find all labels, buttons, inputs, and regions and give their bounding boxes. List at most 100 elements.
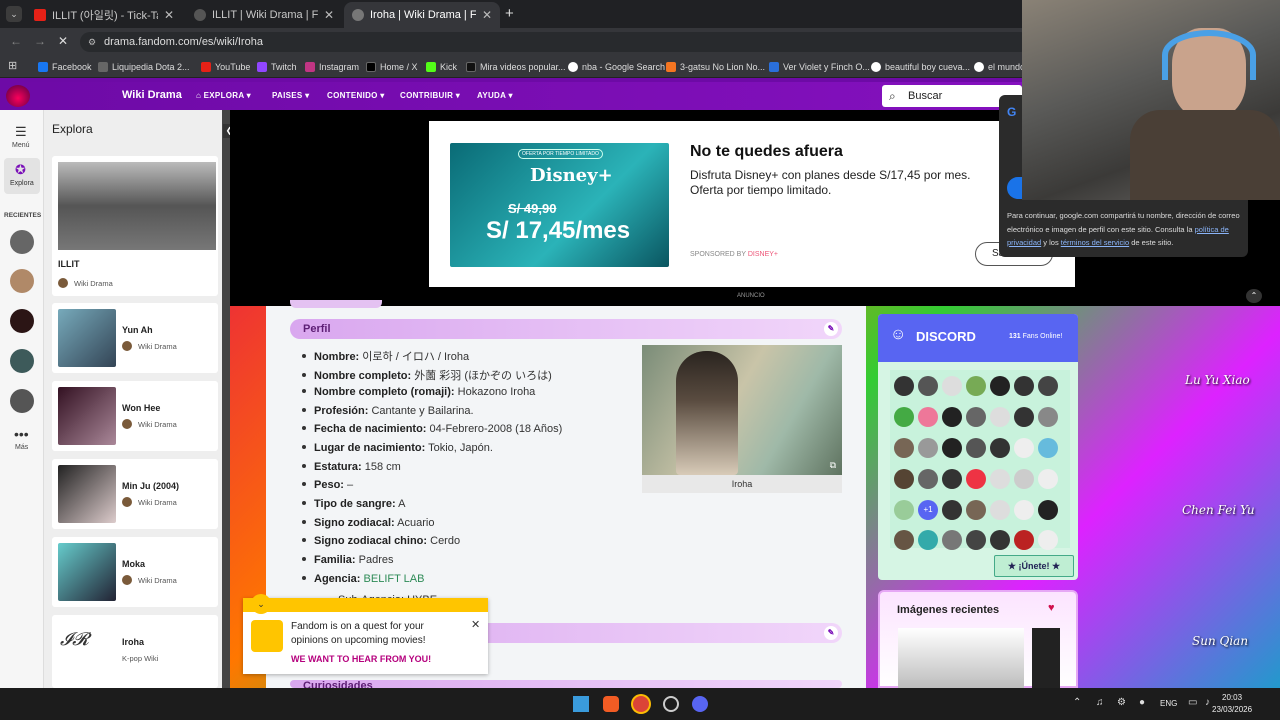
close-icon[interactable]: ✕	[324, 8, 334, 22]
edit-icon[interactable]: ✎	[824, 626, 838, 640]
terms-link[interactable]: términos del servicio	[1061, 238, 1129, 247]
edit-icon[interactable]: ✎	[824, 322, 838, 336]
network-icon[interactable]: ▭	[1188, 697, 1197, 708]
member-avatar[interactable]	[966, 438, 986, 458]
chrome-icon[interactable]	[633, 696, 649, 712]
recent-avatar[interactable]	[10, 389, 34, 413]
taskbar-app-icon[interactable]	[663, 696, 679, 712]
recent-avatar[interactable]	[10, 269, 34, 293]
tab-illit-fandom[interactable]: ILLIT | Wiki Drama | Fandom✕	[186, 2, 342, 28]
close-icon[interactable]: ✕	[482, 8, 492, 22]
member-avatar[interactable]	[1038, 407, 1058, 427]
stop-icon[interactable]: ✕	[58, 34, 68, 48]
member-avatar[interactable]	[966, 530, 986, 550]
member-avatar[interactable]	[918, 376, 938, 396]
member-avatar[interactable]	[942, 500, 962, 520]
tab-search-button[interactable]: ⌄	[6, 6, 22, 22]
back-icon[interactable]: ←	[10, 34, 22, 48]
volume-icon[interactable]: ♪	[1205, 697, 1210, 708]
member-avatar[interactable]	[894, 530, 914, 550]
member-avatar[interactable]	[1038, 530, 1058, 550]
fandom-logo[interactable]	[6, 85, 30, 107]
clock-date[interactable]: 23/03/2026	[1212, 705, 1252, 714]
member-avatar[interactable]	[966, 376, 986, 396]
menu-icon[interactable]: ☰	[15, 124, 27, 140]
bookmark-youtube[interactable]: YouTube	[201, 60, 250, 74]
member-avatar[interactable]	[990, 530, 1010, 550]
member-avatar[interactable]	[918, 438, 938, 458]
bookmark-violet-finch[interactable]: Ver Violet y Finch O...	[769, 60, 870, 74]
bookmark-x[interactable]: Home / X	[366, 60, 418, 74]
member-avatar[interactable]	[990, 500, 1010, 520]
explore-card-won-hee[interactable]: Won Hee Wiki Drama	[52, 381, 218, 451]
nav-contenido[interactable]: CONTENIDO ▾	[327, 91, 385, 100]
member-avatar[interactable]	[942, 407, 962, 427]
nav-paises[interactable]: PAISES ▾	[272, 91, 309, 100]
explore-card-moka[interactable]: Moka Wiki Drama	[52, 537, 218, 607]
panel-scrollbar[interactable]	[222, 110, 230, 688]
member-avatar[interactable]	[990, 376, 1010, 396]
member-avatar[interactable]	[966, 469, 986, 489]
explore-card-illit[interactable]: ILLIT Wiki Drama	[52, 156, 218, 296]
member-avatar[interactable]	[1038, 438, 1058, 458]
popup-cta[interactable]: WE WANT TO HEAR FROM YOU!	[291, 654, 431, 664]
bookmark-tiktok[interactable]: Mira videos popular...	[466, 60, 566, 74]
nav-ayuda[interactable]: AYUDA ▾	[477, 91, 513, 100]
member-avatar[interactable]	[894, 407, 914, 427]
tab-iroha-fandom[interactable]: Iroha | Wiki Drama | Fandom✕	[344, 2, 500, 28]
nav-explora[interactable]: ⌂ EXPLORA ▾	[196, 91, 251, 100]
recent-avatar[interactable]	[10, 230, 34, 254]
member-avatar[interactable]	[1014, 438, 1034, 458]
apps-icon[interactable]: ⊞	[8, 59, 17, 72]
bookmark-beautiful-boy[interactable]: beautiful boy cueva...	[871, 60, 970, 74]
member-avatar[interactable]	[966, 407, 986, 427]
member-avatar[interactable]	[894, 438, 914, 458]
member-avatar[interactable]	[942, 438, 962, 458]
discord-taskbar-icon[interactable]	[692, 696, 708, 712]
collapse-ad-icon[interactable]: ⌃	[1246, 289, 1262, 303]
recent-avatar[interactable]	[10, 309, 34, 333]
member-avatar[interactable]	[918, 530, 938, 550]
member-avatar[interactable]	[1038, 469, 1058, 489]
member-avatar[interactable]	[1014, 469, 1034, 489]
brave-icon[interactable]	[603, 696, 619, 712]
mic-icon[interactable]: ●	[1139, 697, 1145, 708]
close-icon[interactable]: ✕	[471, 618, 480, 631]
site-info-icon[interactable]: ⚙	[88, 32, 96, 52]
member-avatar[interactable]	[1014, 376, 1034, 396]
discord-join-button[interactable]: ★ ¡Únete! ★	[994, 555, 1074, 577]
member-avatar[interactable]	[1014, 407, 1034, 427]
bookmark-liquipedia[interactable]: Liquipedia Dota 2...	[98, 60, 190, 74]
expand-image-icon[interactable]: ⧉	[830, 460, 836, 471]
clock-time[interactable]: 20:03	[1222, 693, 1242, 702]
steam-icon[interactable]: ⚙	[1117, 697, 1126, 708]
member-more[interactable]: +1	[918, 500, 938, 520]
windows-start-icon[interactable]	[573, 696, 589, 712]
member-avatar[interactable]	[966, 500, 986, 520]
headset-icon[interactable]: ♫	[1096, 697, 1104, 708]
member-avatar[interactable]	[918, 407, 938, 427]
close-icon[interactable]: ✕	[164, 8, 174, 22]
language-label[interactable]: ENG	[1160, 699, 1177, 708]
bookmark-twitch[interactable]: Twitch	[257, 60, 297, 74]
member-avatar[interactable]	[942, 530, 962, 550]
bookmark-instagram[interactable]: Instagram	[305, 60, 359, 74]
member-avatar[interactable]	[942, 376, 962, 396]
bookmark-facebook[interactable]: Facebook	[38, 60, 92, 74]
explore-card-yun-ah[interactable]: Yun Ah Wiki Drama	[52, 303, 218, 373]
recent-avatar[interactable]	[10, 349, 34, 373]
address-bar[interactable]: ⚙ drama.fandom.com/es/wiki/Iroha	[80, 32, 1030, 52]
tab-illit-youtube[interactable]: ILLIT (아일릿) - Tick-Tack @인기...✕	[26, 2, 182, 28]
explore-rail-button[interactable]: ✪ Explora	[4, 158, 40, 194]
member-avatar[interactable]	[1038, 500, 1058, 520]
member-avatar[interactable]	[894, 500, 914, 520]
belift-lab-link[interactable]: BELIFT LAB	[364, 573, 425, 585]
bookmark-el-mundo[interactable]: el mundo	[974, 60, 1025, 74]
more-icon[interactable]: •••	[14, 426, 29, 442]
member-avatar[interactable]	[1014, 500, 1034, 520]
wiki-name[interactable]: Wiki Drama	[122, 89, 182, 101]
member-avatar[interactable]	[918, 469, 938, 489]
recent-image[interactable]	[898, 628, 1024, 690]
member-avatar[interactable]	[1014, 530, 1034, 550]
member-avatar[interactable]	[942, 469, 962, 489]
